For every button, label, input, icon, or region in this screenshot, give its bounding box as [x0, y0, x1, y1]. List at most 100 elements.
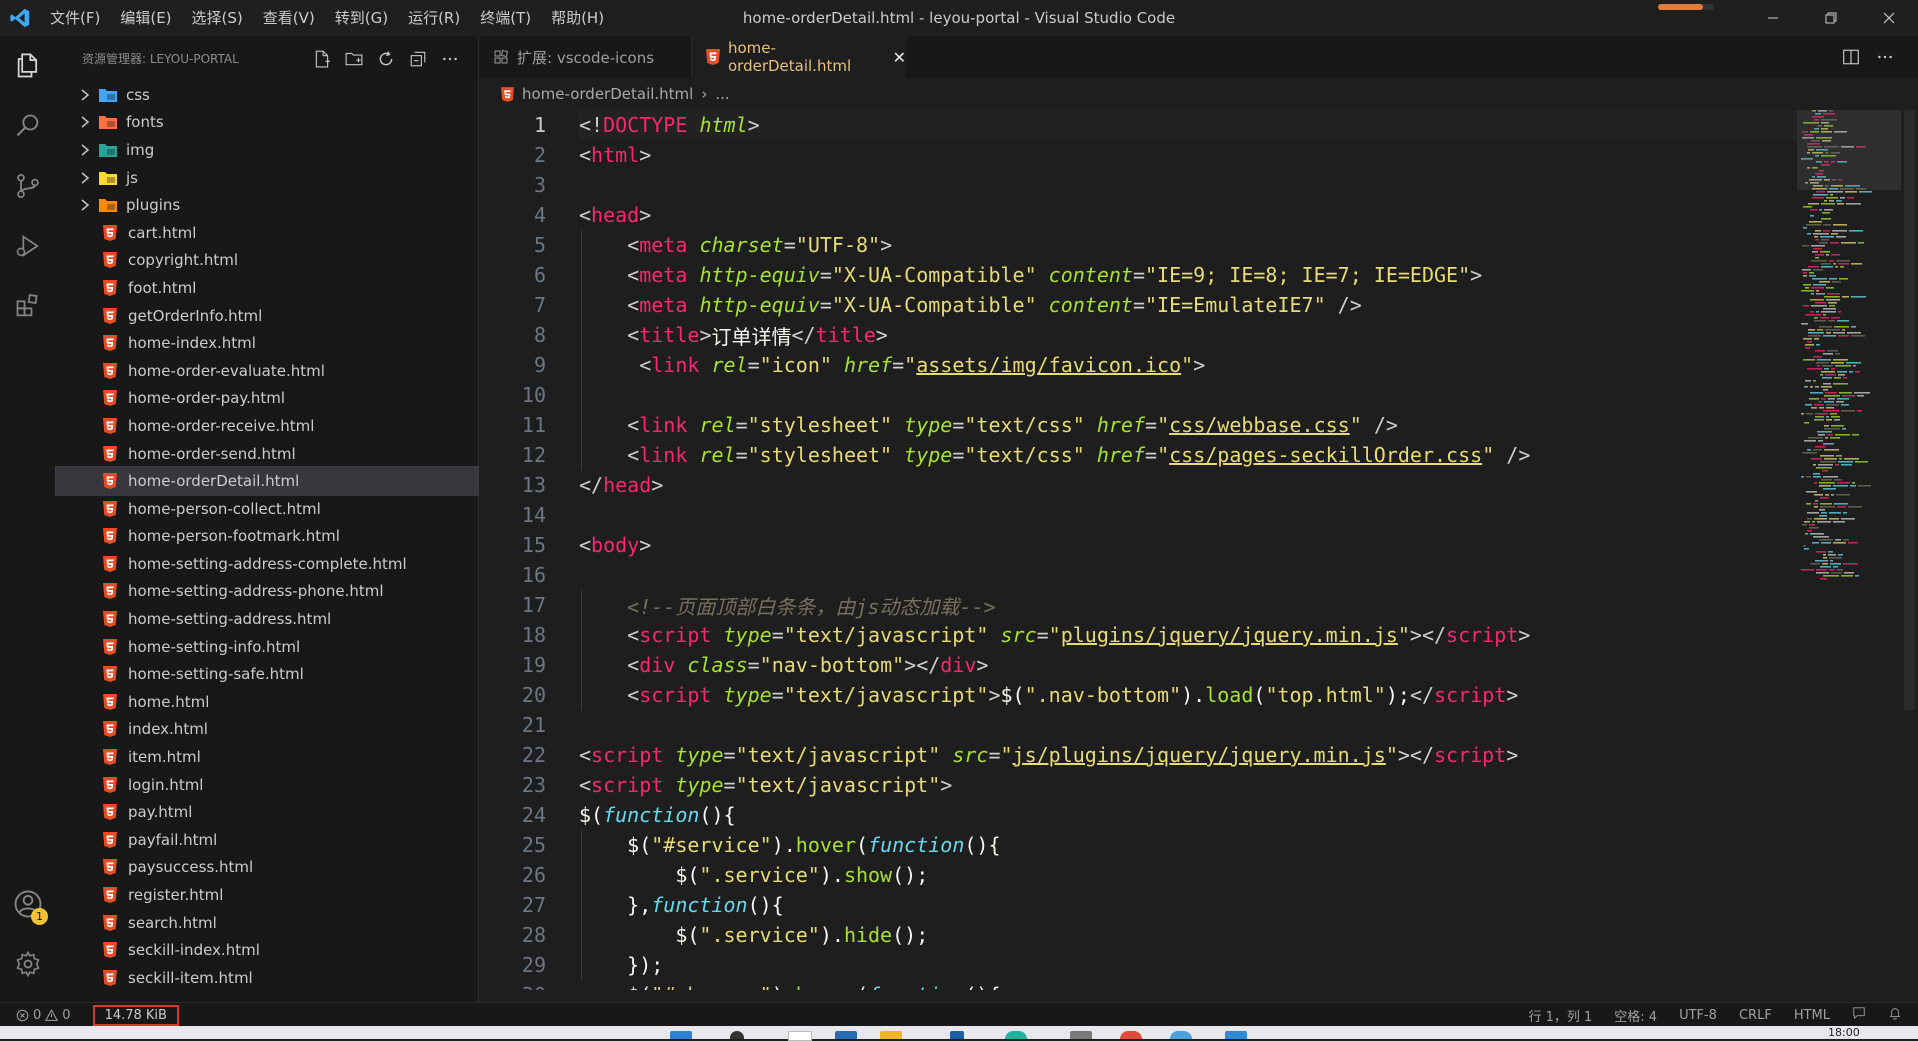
code-line[interactable]: 25 $("#service"). hover(function(){ — [479, 830, 1797, 860]
file-item[interactable]: cart.html — [56, 219, 478, 247]
folder-item[interactable]: img — [56, 136, 478, 164]
code-line[interactable]: 22 < script type = "text/javascript" src = " js… — [479, 740, 1797, 770]
folder-item[interactable]: fonts — [56, 109, 478, 137]
language-mode[interactable]: HTML — [1794, 1008, 1830, 1023]
file-item[interactable]: seckill-index.html — [56, 936, 478, 964]
feedback-button[interactable] — [1852, 1006, 1866, 1024]
code-line[interactable]: 21 — [479, 710, 1797, 740]
file-item[interactable]: copyright.html — [56, 247, 478, 275]
collapse-all-button[interactable] — [402, 48, 434, 70]
file-item[interactable]: home-order-send.html — [56, 440, 478, 468]
code-line[interactable]: 11 < link rel = "stylesheet" type = "text/css… — [479, 410, 1797, 440]
refresh-button[interactable] — [370, 48, 402, 70]
new-file-button[interactable] — [306, 48, 338, 70]
minimize-button[interactable] — [1744, 0, 1802, 36]
run-debug-icon[interactable] — [0, 218, 56, 274]
file-item[interactable]: home.html — [56, 688, 478, 716]
line-ending[interactable]: CRLF — [1739, 1008, 1772, 1023]
cursor-position[interactable]: 行 1，列 1 — [1528, 1006, 1592, 1025]
search-icon[interactable] — [730, 1031, 744, 1039]
close-window-button[interactable] — [1860, 0, 1918, 36]
code-line[interactable]: 13 </head > — [479, 470, 1797, 500]
app-icon[interactable] — [835, 1031, 857, 1039]
file-item[interactable]: paysuccess.html — [56, 854, 478, 882]
explorer-icon[interactable] — [0, 38, 56, 94]
app-icon[interactable] — [950, 1031, 964, 1039]
file-size[interactable]: 14.78 KiB — [92, 1004, 179, 1026]
vertical-scrollbar[interactable] — [1901, 110, 1918, 990]
code-line[interactable]: 12 < link rel = "stylesheet" type = "text/css… — [479, 440, 1797, 470]
file-item[interactable]: home-person-footmark.html — [56, 523, 478, 551]
minimap[interactable] — [1797, 110, 1901, 990]
file-item[interactable]: foot.html — [56, 274, 478, 302]
source-control-icon[interactable] — [0, 158, 56, 214]
folder-item[interactable]: css — [56, 81, 478, 109]
code-line[interactable]: 15 < body > — [479, 530, 1797, 560]
menu-view[interactable]: 查看(V) — [253, 0, 325, 36]
gear-icon[interactable] — [0, 936, 56, 992]
file-item[interactable]: item.html — [56, 743, 478, 771]
file-item[interactable]: register.html — [56, 881, 478, 909]
tab-extension-vscode-icons[interactable]: 扩展: vscode-icons — [479, 36, 692, 78]
file-item[interactable]: index.html — [56, 716, 478, 744]
file-item[interactable]: home-order-pay.html — [56, 385, 478, 413]
file-item[interactable]: home-setting-info.html — [56, 633, 478, 661]
restore-button[interactable] — [1802, 0, 1860, 36]
menu-selection[interactable]: 选择(S) — [182, 0, 253, 36]
minimap-viewport[interactable] — [1797, 110, 1901, 190]
browser-icon[interactable] — [1005, 1031, 1027, 1039]
task-view-icon[interactable] — [788, 1031, 812, 1041]
file-item[interactable]: home-setting-address.html — [56, 605, 478, 633]
code-line[interactable]: 4 < head > — [479, 200, 1797, 230]
code-line[interactable]: 28 $(".service"). hide (); — [479, 920, 1797, 950]
extensions-icon[interactable] — [0, 278, 56, 334]
code-line[interactable]: 8 < title > 订单详情 </title > — [479, 320, 1797, 350]
code-line[interactable]: 26 $(".service"). show (); — [479, 860, 1797, 890]
code-line[interactable]: 24 $(function(){ — [479, 800, 1797, 830]
code-line[interactable]: 19 < div class = "nav-bottom" ></div > — [479, 650, 1797, 680]
code-line[interactable]: 7 < meta http-equiv = "X-UA-Compatible" con… — [479, 290, 1797, 320]
file-item[interactable]: home-order-receive.html — [56, 412, 478, 440]
app-icon[interactable] — [1120, 1031, 1142, 1039]
menu-help[interactable]: 帮助(H) — [541, 0, 614, 36]
code-line[interactable]: 10 — [479, 380, 1797, 410]
indentation[interactable]: 空格: 4 — [1614, 1006, 1657, 1025]
code-line[interactable]: 30 $("#shopcar").hover(function(){ — [479, 980, 1797, 990]
accounts-icon[interactable]: 1 — [0, 876, 56, 932]
file-item[interactable]: home-setting-safe.html — [56, 660, 478, 688]
code-line[interactable]: 1 <! DOCTYPE html > — [479, 110, 1797, 140]
scrollbar-thumb[interactable] — [1904, 110, 1915, 710]
breadcrumb-file[interactable]: home-orderDetail.html — [522, 85, 693, 103]
code-line[interactable]: 3 — [479, 170, 1797, 200]
folder-item[interactable]: plugins — [56, 191, 478, 219]
code-line[interactable]: 6 < meta http-equiv = "X-UA-Compatible" con… — [479, 260, 1797, 290]
code-line[interactable]: 20 < script type = "text/javascript" > $(".na… — [479, 680, 1797, 710]
vscode-taskbar-icon[interactable] — [1225, 1031, 1247, 1039]
file-item[interactable]: search.html — [56, 909, 478, 937]
file-item[interactable]: home-setting-address-complete.html — [56, 550, 478, 578]
split-editor-button[interactable] — [1834, 46, 1868, 68]
file-item[interactable]: home-person-collect.html — [56, 495, 478, 523]
code-line[interactable]: 14 — [479, 500, 1797, 530]
code-line[interactable]: 27 }, function(){ — [479, 890, 1797, 920]
code-line[interactable]: 17 <!--页面顶部白条条，由js动态加载--> — [479, 590, 1797, 620]
code-line[interactable]: 18 < script type = "text/javascript" src = " p… — [479, 620, 1797, 650]
menu-edit[interactable]: 编辑(E) — [110, 0, 181, 36]
more-actions-button[interactable] — [434, 48, 466, 70]
code-line[interactable]: 5 < meta charset = "UTF-8" > — [479, 230, 1797, 260]
notifications-button[interactable] — [1888, 1006, 1902, 1024]
app-icon[interactable] — [1070, 1031, 1092, 1039]
problems-status[interactable]: 0 0 — [16, 1008, 71, 1023]
tab-home-orderdetail[interactable]: home-orderDetail.html ✕ — [692, 36, 906, 80]
code-line[interactable]: 16 — [479, 560, 1797, 590]
code-line[interactable]: 23 < script type = "text/javascript" > — [479, 770, 1797, 800]
code-line[interactable]: 2 < html > — [479, 140, 1797, 170]
menu-file[interactable]: 文件(F) — [40, 0, 110, 36]
file-item[interactable]: login.html — [56, 771, 478, 799]
encoding[interactable]: UTF-8 — [1679, 1008, 1717, 1023]
file-item[interactable]: getOrderInfo.html — [56, 302, 478, 330]
close-tab-icon[interactable]: ✕ — [893, 48, 906, 67]
folder-icon[interactable] — [880, 1031, 902, 1039]
code-line[interactable]: 9 < link rel = "icon" href = " assets/img/favi… — [479, 350, 1797, 380]
file-item[interactable]: home-setting-address-phone.html — [56, 578, 478, 606]
